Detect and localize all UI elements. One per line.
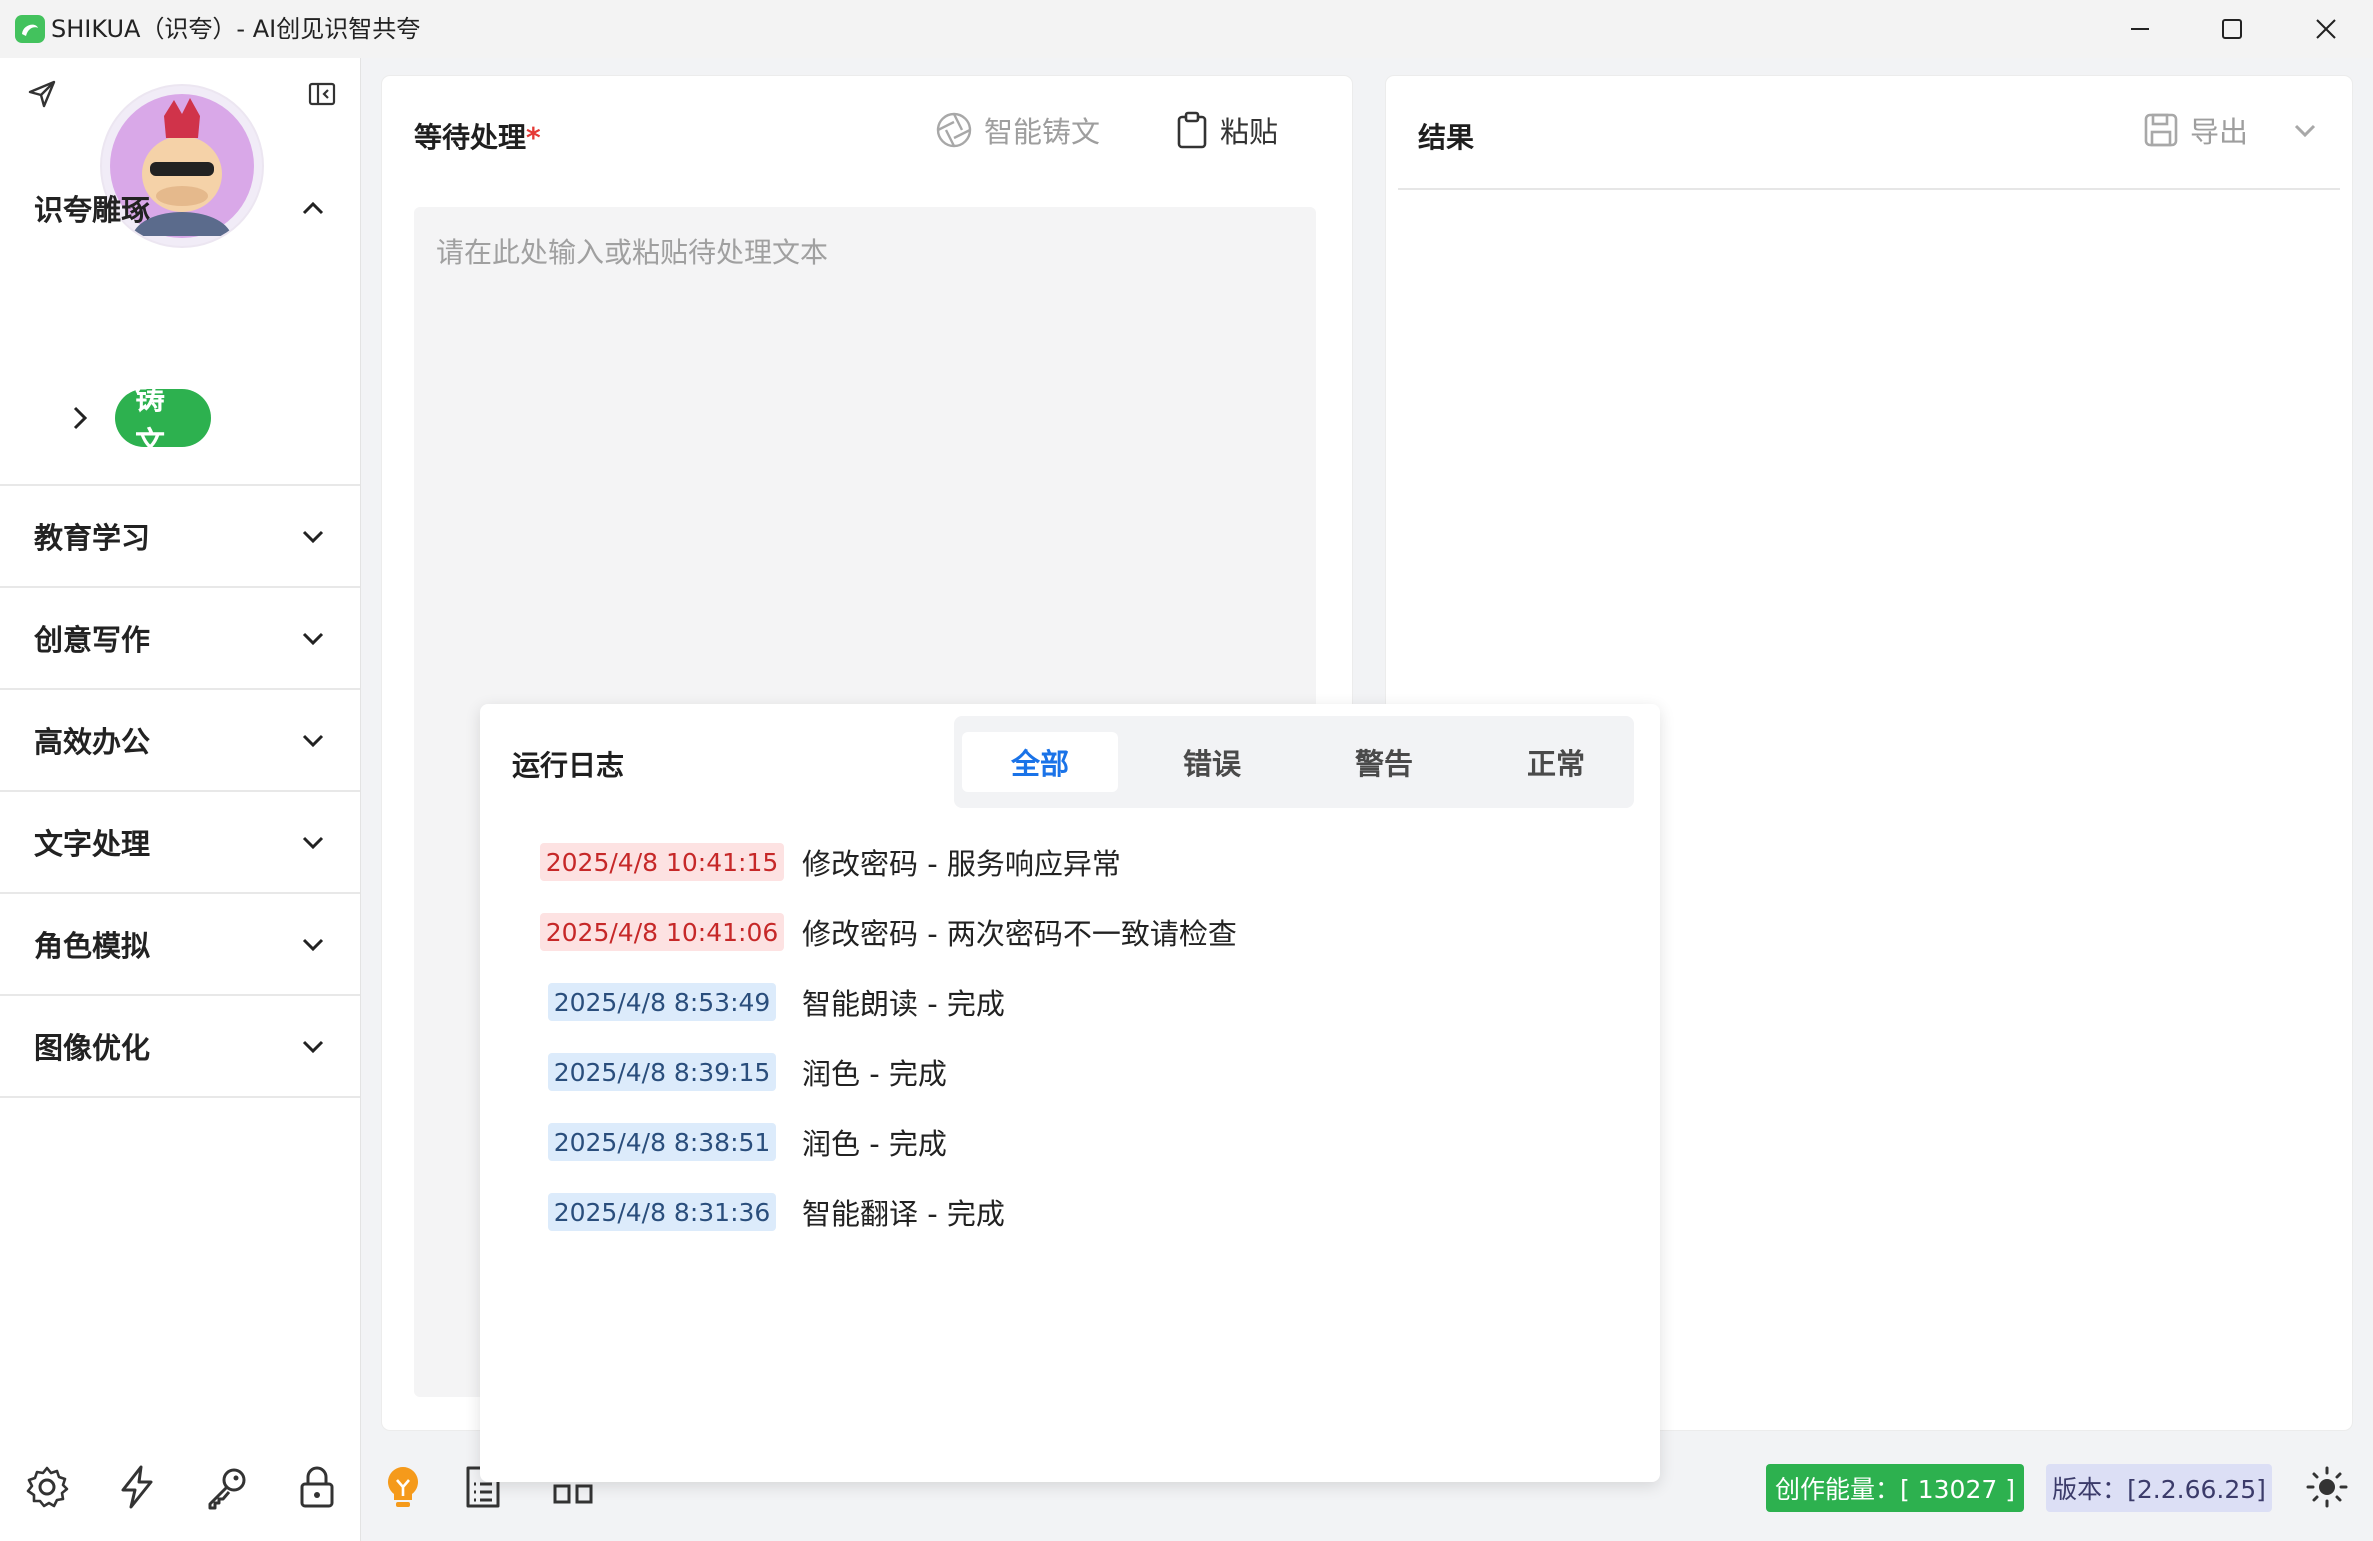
title-bar: SHIKUA（识夸）- AI创见识智共夸 <box>0 0 2373 58</box>
close-icon <box>2316 19 2336 39</box>
settings-icon[interactable] <box>24 1464 70 1510</box>
log-timestamp: 2025/4/8 8:38:51 <box>548 1123 776 1161</box>
nav-group-label: 高效办公 <box>34 725 151 759</box>
smart-zhuwen-label: 智能铸文 <box>984 115 1101 149</box>
minimize-icon <box>2131 28 2149 30</box>
nav-group-label: 教育学习 <box>34 521 151 555</box>
input-panel-title: 等待处理* <box>414 116 541 156</box>
theme-sun-icon[interactable] <box>2304 1464 2350 1510</box>
app-logo-icon <box>15 15 45 43</box>
log-timestamp: 2025/4/8 10:41:06 <box>540 913 784 951</box>
input-panel-title-text: 等待处理 <box>414 121 527 154</box>
nav-group-label: 图像优化 <box>34 1031 151 1065</box>
chevron-down-icon[interactable] <box>2292 120 2318 140</box>
log-entry: 2025/4/8 8:31:36 智能翻译 - 完成 <box>540 1190 1005 1234</box>
log-entry: 2025/4/8 8:38:51 润色 - 完成 <box>540 1120 947 1164</box>
lightning-icon[interactable] <box>114 1464 160 1510</box>
nav-group-roleplay[interactable]: 角色模拟 <box>0 894 360 994</box>
send-icon[interactable] <box>26 78 58 110</box>
nav-group-label: 识夸雕琢 <box>34 193 151 227</box>
chevron-down-icon <box>302 632 324 646</box>
nav-group-polish[interactable]: 识夸雕琢 <box>0 158 360 258</box>
maximize-icon <box>2222 19 2242 39</box>
window-title: SHIKUA（识夸）- AI创见识智共夸 <box>51 15 421 43</box>
sidebar-item-label: 铸文 <box>115 382 211 461</box>
smart-zhuwen-button[interactable]: 智能铸文 <box>934 108 1100 152</box>
version-badge: 版本：[2.2.66.25] <box>2046 1464 2272 1512</box>
chevron-down-icon <box>302 530 324 544</box>
chevron-down-icon <box>302 734 324 748</box>
tab-error[interactable]: 错误 <box>1134 732 1290 792</box>
key-icon[interactable] <box>204 1464 250 1510</box>
nav-group-office[interactable]: 高效办公 <box>0 690 360 790</box>
chevron-up-icon <box>302 201 324 215</box>
collapse-sidebar-icon[interactable] <box>306 78 338 110</box>
log-message: 智能朗读 - 完成 <box>802 987 1005 1021</box>
export-label: 导出 <box>2190 115 2249 149</box>
sidebar: 识夸雕琢 铸文 教育学习 创意写作 高效办公 文字处理 角色模拟 图像优化 <box>0 58 361 1541</box>
save-icon <box>2144 113 2178 147</box>
lock-icon[interactable] <box>294 1464 340 1510</box>
export-button[interactable]: 导出 <box>2142 108 2248 152</box>
tab-warning[interactable]: 警告 <box>1306 732 1462 792</box>
tab-normal[interactable]: 正常 <box>1478 732 1634 792</box>
clipboard-icon <box>1177 111 1207 149</box>
result-panel-title: 结果 <box>1418 121 1475 154</box>
log-tabs: 全部 错误 警告 正常 <box>954 716 1634 808</box>
log-message: 润色 - 完成 <box>802 1057 947 1091</box>
log-entry: 2025/4/8 10:41:15 修改密码 - 服务响应异常 <box>540 840 1121 884</box>
energy-badge: 创作能量：[ 13027 ] <box>1766 1464 2024 1512</box>
maximize-button[interactable] <box>2186 0 2278 58</box>
tab-all[interactable]: 全部 <box>962 732 1118 792</box>
chevron-right-icon <box>73 406 88 430</box>
log-entry: 2025/4/8 10:41:06 修改密码 - 两次密码不一致请检查 <box>540 910 1237 954</box>
divider <box>1398 188 2340 190</box>
chevron-down-icon <box>302 836 324 850</box>
run-log-panel: 运行日志 全部 错误 警告 正常 2025/4/8 10:41:15 修改密码 … <box>480 704 1660 1482</box>
divider <box>0 1096 360 1098</box>
log-timestamp: 2025/4/8 8:31:36 <box>548 1193 776 1231</box>
log-timestamp: 2025/4/8 10:41:15 <box>540 843 784 881</box>
log-timestamp: 2025/4/8 8:53:49 <box>548 983 776 1021</box>
log-entry: 2025/4/8 8:53:49 智能朗读 - 完成 <box>540 980 1005 1024</box>
log-message: 润色 - 完成 <box>802 1127 947 1161</box>
nav-group-creative[interactable]: 创意写作 <box>0 588 360 688</box>
close-button[interactable] <box>2280 0 2372 58</box>
nav-group-label: 创意写作 <box>34 623 151 657</box>
log-message: 智能翻译 - 完成 <box>802 1197 1005 1231</box>
aperture-icon <box>936 112 972 148</box>
nav-group-label: 文字处理 <box>34 827 151 861</box>
nav-group-image[interactable]: 图像优化 <box>0 996 360 1096</box>
paste-button[interactable]: 粘贴 <box>1174 108 1278 152</box>
paste-label: 粘贴 <box>1220 115 1279 149</box>
required-mark: * <box>526 121 541 154</box>
chevron-down-icon <box>302 938 324 952</box>
log-message: 修改密码 - 服务响应异常 <box>802 847 1121 881</box>
minimize-button[interactable] <box>2094 0 2186 58</box>
lightbulb-icon[interactable] <box>380 1464 426 1510</box>
log-timestamp: 2025/4/8 8:39:15 <box>548 1053 776 1091</box>
chevron-down-icon <box>302 1040 324 1054</box>
log-entry: 2025/4/8 8:39:15 润色 - 完成 <box>540 1050 947 1094</box>
run-log-title: 运行日志 <box>512 749 625 782</box>
nav-group-education[interactable]: 教育学习 <box>0 486 360 586</box>
nav-group-text[interactable]: 文字处理 <box>0 792 360 892</box>
log-message: 修改密码 - 两次密码不一致请检查 <box>802 917 1237 951</box>
nav-group-label: 角色模拟 <box>34 929 151 963</box>
